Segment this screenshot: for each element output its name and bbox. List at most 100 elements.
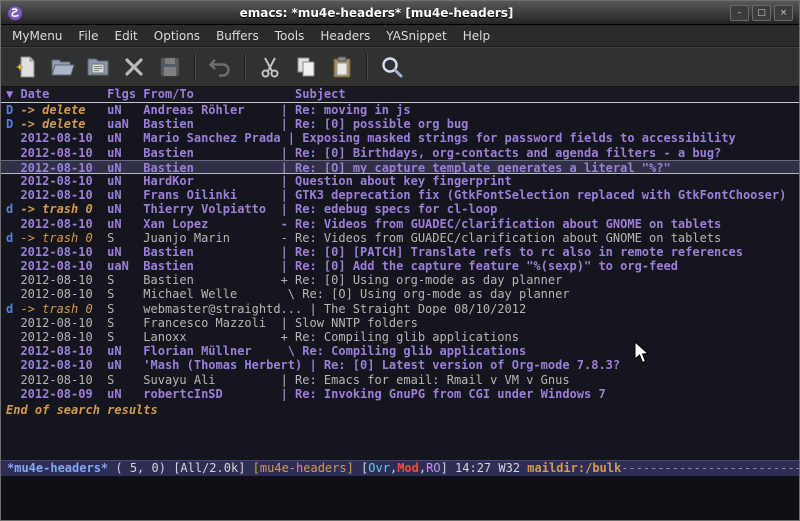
date-cell: 2012-08-10	[20, 245, 107, 259]
message-row[interactable]: 2012-08-10 uN Xan Lopez - Re: Videos fro…	[1, 217, 799, 231]
kill-buffer-icon	[121, 54, 147, 80]
flags-cell: uN	[107, 174, 143, 188]
subject-cell: Re: Compiling glib applications	[295, 330, 519, 344]
modeline-segment-plain: 14:27	[455, 461, 498, 475]
thread-cell: |	[281, 146, 295, 160]
thread-cell: \	[281, 344, 303, 358]
thread-cell: |	[281, 103, 295, 117]
message-row[interactable]: 2012-08-10 uN Bastien | Re: [0] [PATCH] …	[1, 245, 799, 259]
header-line[interactable]: ▼ Date Flgs From/To Subject	[1, 87, 799, 103]
from-cell: Lanoxx	[143, 330, 280, 344]
message-row[interactable]: 2012-08-10 uN Bastien | Re: [0] Birthday…	[1, 146, 799, 160]
from-cell: Bastien	[143, 273, 280, 287]
message-row[interactable]: 2012-08-10 S Bastien + Re: [0] Using org…	[1, 273, 799, 287]
subject-cell: Exposing masked strings for password fie…	[302, 131, 735, 145]
mark-cell	[6, 259, 20, 273]
date-cell: -> trash 0	[20, 302, 107, 316]
menu-item-headers[interactable]: Headers	[312, 26, 378, 46]
message-row[interactable]: 2012-08-09 uN robertcInSD | Re: Invoking…	[1, 387, 799, 401]
thread-cell: -	[281, 217, 295, 231]
menu-item-yasnippet[interactable]: YASnippet	[378, 26, 455, 46]
copy-icon	[293, 54, 319, 80]
new-file-button[interactable]	[11, 52, 41, 82]
date-cell: 2012-08-10	[20, 344, 107, 358]
modeline-segment-mode: [mu4e-headers]	[253, 461, 354, 475]
save-button[interactable]	[155, 52, 185, 82]
mark-cell	[6, 188, 20, 202]
message-row[interactable]: d -> trash 0 uN Thierry Volpiatto | Re: …	[1, 202, 799, 216]
subject-cell: Re: [0] Latest version of Org-mode 7.8.3…	[324, 358, 620, 372]
kill-buffer-button[interactable]	[119, 52, 149, 82]
paste-button[interactable]	[327, 52, 357, 82]
menu-item-edit[interactable]: Edit	[107, 26, 146, 46]
message-row[interactable]: 2012-08-10 uN 'Mash (Thomas Herbert) | R…	[1, 358, 799, 372]
menu-item-help[interactable]: Help	[455, 26, 498, 46]
message-row[interactable]: 2012-08-10 uN Bastien | Re: [O] my captu…	[1, 160, 799, 174]
date-cell: 2012-08-10	[20, 273, 107, 287]
mark-cell: D	[6, 103, 20, 117]
message-row[interactable]: 2012-08-10 uN Florian Müllner \ Re: Comp…	[1, 344, 799, 358]
open-file-button[interactable]	[47, 52, 77, 82]
window-title: emacs: *mu4e-headers* [mu4e-headers]	[29, 6, 724, 20]
date-cell: -> trash 0	[20, 231, 107, 245]
copy-button[interactable]	[291, 52, 321, 82]
maximize-button[interactable]: □	[752, 5, 771, 21]
message-row[interactable]: 2012-08-10 S Francesco Mazzoli | Slow NN…	[1, 316, 799, 330]
subject-cell: Re: moving in js	[295, 103, 411, 117]
menu-item-tools[interactable]: Tools	[267, 26, 313, 46]
message-row[interactable]: D -> delete uN Andreas Röhler | Re: movi…	[1, 103, 799, 117]
paste-icon	[329, 54, 355, 80]
mark-cell	[6, 387, 20, 401]
flags-cell: S	[107, 287, 143, 301]
date-cell: 2012-08-10	[20, 161, 107, 174]
message-row[interactable]: 2012-08-10 S Michael Welle \ Re: [O] Usi…	[1, 287, 799, 301]
toolbar	[1, 47, 799, 87]
from-cell: Juanjo Marin	[143, 231, 280, 245]
search-button[interactable]	[377, 52, 407, 82]
toolbar-separator	[366, 54, 368, 80]
mark-cell	[6, 287, 20, 301]
message-row[interactable]: 2012-08-10 uN Mario Sanchez Prada | Expo…	[1, 131, 799, 145]
echo-area[interactable]	[1, 476, 799, 520]
from-cell: Bastien	[143, 161, 280, 174]
message-row[interactable]: d -> trash 0 S Juanjo Marin - Re: Videos…	[1, 231, 799, 245]
thread-cell: |	[281, 387, 295, 401]
subject-cell: Re: [0] possible org bug	[295, 117, 468, 131]
thread-cell: |	[309, 302, 323, 316]
menu-item-buffers[interactable]: Buffers	[208, 26, 267, 46]
mark-cell: d	[6, 231, 20, 245]
flags-cell: S	[107, 273, 143, 287]
subject-cell: The Straight Dope 08/10/2012	[324, 302, 526, 316]
from-cell: Bastien	[143, 146, 280, 160]
menu-item-file[interactable]: File	[70, 26, 106, 46]
date-cell: 2012-08-10	[20, 316, 107, 330]
modeline-segment-dashes: --------------------------	[621, 461, 799, 475]
cut-button[interactable]	[255, 52, 285, 82]
subject-cell: Re: Videos from GUADEC/clarification abo…	[295, 231, 721, 245]
menu-item-options[interactable]: Options	[146, 26, 208, 46]
message-row[interactable]: 2012-08-10 S Lanoxx + Re: Compiling glib…	[1, 330, 799, 344]
thread-cell: |	[288, 131, 302, 145]
message-row[interactable]: 2012-08-10 S Suvayu Ali | Re: Emacs for …	[1, 373, 799, 387]
message-row[interactable]: 2012-08-10 uN Frans Oilinki | GTK3 depre…	[1, 188, 799, 202]
thread-cell: |	[281, 202, 295, 216]
flags-cell: uN	[107, 161, 143, 174]
dired-button[interactable]	[83, 52, 113, 82]
message-row[interactable]: d -> trash 0 S webmaster@straightd... | …	[1, 302, 799, 316]
message-row[interactable]: 2012-08-10 uN HardKor | Question about k…	[1, 174, 799, 188]
undo-button[interactable]	[205, 52, 235, 82]
message-row[interactable]: D -> delete uaN Bastien | Re: [0] possib…	[1, 117, 799, 131]
message-row[interactable]: 2012-08-10 uaN Bastien | Re: [0] Add the…	[1, 259, 799, 273]
close-button[interactable]: ×	[774, 5, 793, 21]
flags-cell: uN	[107, 358, 143, 372]
thread-cell: \	[281, 287, 303, 301]
subject-cell: Re: [0] Birthdays, org-contacts and agen…	[295, 146, 721, 160]
thread-cell: |	[309, 358, 323, 372]
modeline-segment-ovr: Ovr	[368, 461, 390, 475]
minimize-button[interactable]: –	[730, 5, 749, 21]
modeline-segment-plain: W32	[498, 461, 527, 475]
window-controls: –□×	[730, 5, 793, 21]
mark-cell	[6, 330, 20, 344]
menu-item-mymenu[interactable]: MyMenu	[4, 26, 70, 46]
from-cell: 'Mash (Thomas Herbert)	[143, 358, 309, 372]
